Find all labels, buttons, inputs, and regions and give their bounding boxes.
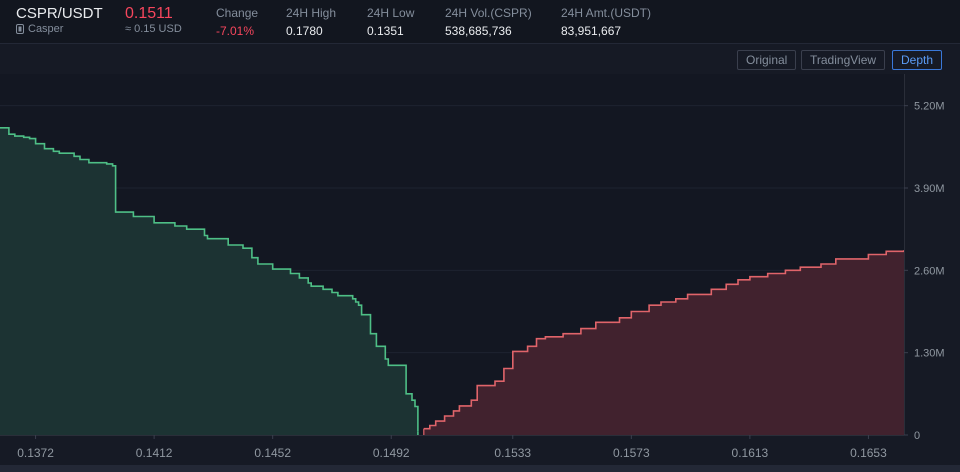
- x-tick-label: 0.1533: [494, 446, 531, 460]
- depth-chart-svg[interactable]: 0.1372 0.1412 0.1452 0.1492 0.1533 0.1573 0.16…: [0, 74, 960, 472]
- x-tick-label: 0.1653: [850, 446, 887, 460]
- tradingview-view-button[interactable]: TradingView: [801, 50, 886, 70]
- x-tick-label: 0.1412: [136, 446, 173, 460]
- bottom-scrollbar[interactable]: [0, 465, 960, 472]
- stat-label: 24H Low: [367, 6, 415, 20]
- stat-value: 0.1780: [286, 24, 323, 38]
- stat-label: 24H Vol.(CSPR): [445, 6, 532, 20]
- stat-label: 24H Amt.(USDT): [561, 6, 652, 20]
- coin-name: Casper: [28, 23, 64, 35]
- stat-24h-amount: 24H Amt.(USDT) 83,951,667: [561, 6, 651, 38]
- x-tick-label: 0.1372: [17, 446, 54, 460]
- x-tick-label: 0.1492: [373, 446, 410, 460]
- x-tick-label: 0.1613: [732, 446, 769, 460]
- stat-change: Change -7.01%: [216, 6, 258, 38]
- y-tick-label: 1.30M: [914, 348, 945, 360]
- stat-24h-low: 24H Low 0.1351: [367, 6, 414, 38]
- stat-label: 24H High: [286, 6, 337, 20]
- stat-24h-high: 24H High 0.1780: [286, 6, 336, 38]
- price-usd: ≈ 0.15 USD: [125, 23, 182, 35]
- last-price: 0.1511: [125, 5, 173, 22]
- stat-value: -7.01%: [216, 24, 255, 38]
- casper-coin-icon: [16, 24, 24, 34]
- market-header: CSPR/USDT Casper 0.1511 ≈ 0.15 USD Chang…: [0, 0, 960, 44]
- stat-value: 0.1351: [367, 24, 404, 38]
- stat-value: 538,685,736: [445, 24, 512, 38]
- original-view-button[interactable]: Original: [737, 50, 797, 70]
- y-tick-label: 5.20M: [914, 101, 945, 113]
- y-tick-label: 3.90M: [914, 183, 945, 195]
- chart-view-toolbar: Original TradingView Depth: [0, 44, 960, 74]
- x-tick-label: 0.1573: [613, 446, 650, 460]
- y-tick-label: 2.60M: [914, 265, 945, 277]
- x-tick-label: 0.1452: [254, 446, 291, 460]
- stat-24h-volume: 24H Vol.(CSPR) 538,685,736: [445, 6, 532, 38]
- trading-pair[interactable]: CSPR/USDT: [16, 5, 103, 22]
- depth-view-button[interactable]: Depth: [892, 50, 943, 70]
- depth-chart[interactable]: 0.1372 0.1412 0.1452 0.1492 0.1533 0.1573 0.16…: [0, 74, 960, 472]
- coin-info: Casper: [16, 23, 63, 35]
- stat-label: Change: [216, 6, 259, 20]
- stat-value: 83,951,667: [561, 24, 622, 38]
- y-tick-label: 0: [914, 430, 920, 442]
